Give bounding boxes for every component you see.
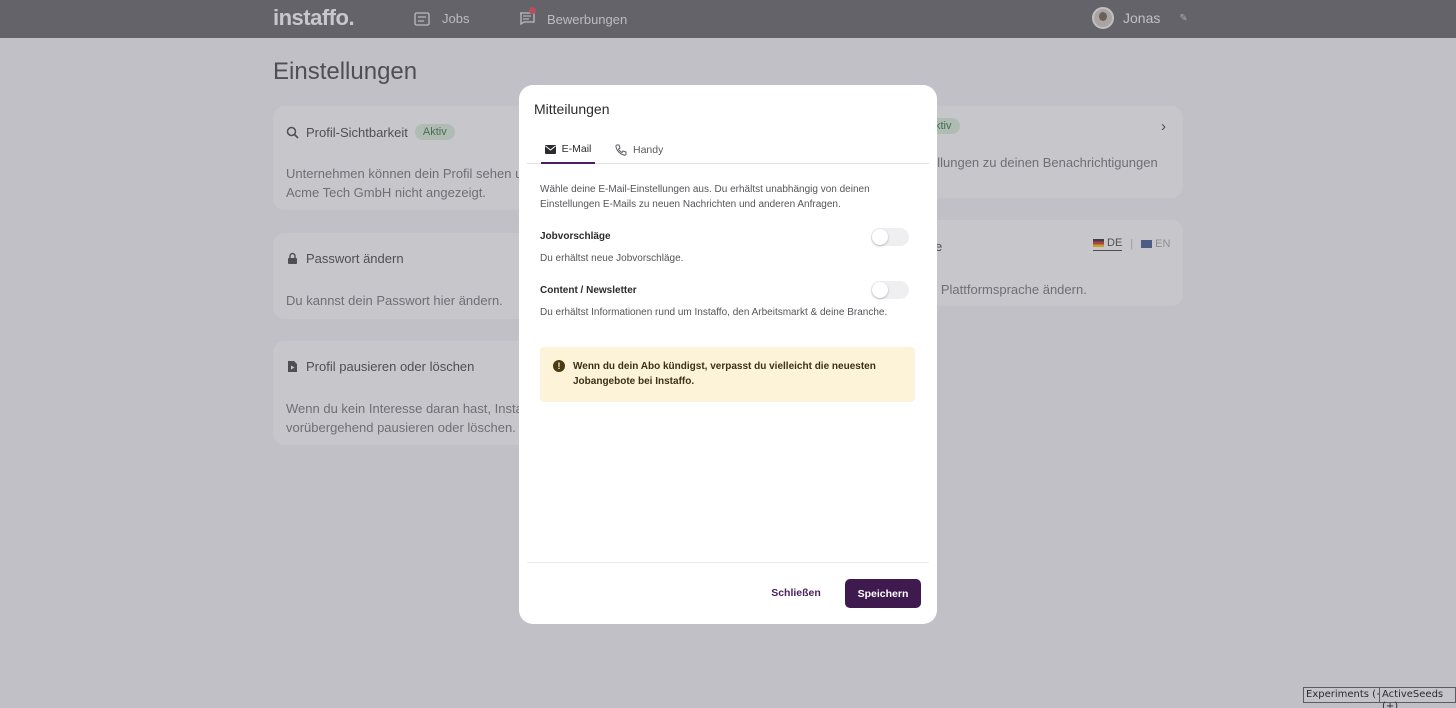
toggle-knob	[872, 282, 888, 298]
tab-handy[interactable]: Handy	[615, 136, 663, 164]
active-seeds-button[interactable]: ActiveSeeds (+)	[1379, 687, 1456, 708]
save-button[interactable]: Speichern	[845, 579, 921, 608]
warning-text: Wenn du dein Abo kündigst, verpasst du v…	[573, 361, 876, 387]
setting-label-newsletter: Content / Newsletter	[540, 285, 637, 296]
phone-icon	[615, 144, 627, 156]
toggle-knob	[872, 229, 888, 245]
tab-label: E-Mail	[561, 143, 592, 155]
tab-email[interactable]: E-Mail	[541, 136, 595, 164]
setting-desc-jobvorschlaege: Du erhältst neue Jobvorschläge.	[540, 253, 684, 264]
unsubscribe-warning: ! Wenn du dein Abo kündigst, verpasst du…	[540, 347, 915, 402]
close-button[interactable]: Schließen	[765, 579, 827, 607]
envelope-icon	[544, 144, 556, 154]
modal-footer-divider	[527, 562, 929, 563]
email-settings-intro: Wähle deine E-Mail-Einstellungen aus. Du…	[540, 184, 870, 210]
jobvorschlaege-toggle[interactable]	[871, 228, 909, 246]
tab-label: Handy	[633, 144, 664, 156]
notifications-modal: Mitteilungen E-Mail Handy Wähle deine E-…	[519, 85, 937, 624]
modal-tabs: E-Mail Handy	[527, 136, 929, 164]
newsletter-toggle[interactable]	[871, 281, 909, 299]
modal-title: Mitteilungen	[534, 101, 610, 117]
setting-desc-newsletter: Du erhältst Informationen rund um Instaf…	[540, 307, 888, 318]
exclamation-icon: !	[553, 360, 565, 372]
setting-label-jobvorschlaege: Jobvorschläge	[540, 231, 611, 242]
